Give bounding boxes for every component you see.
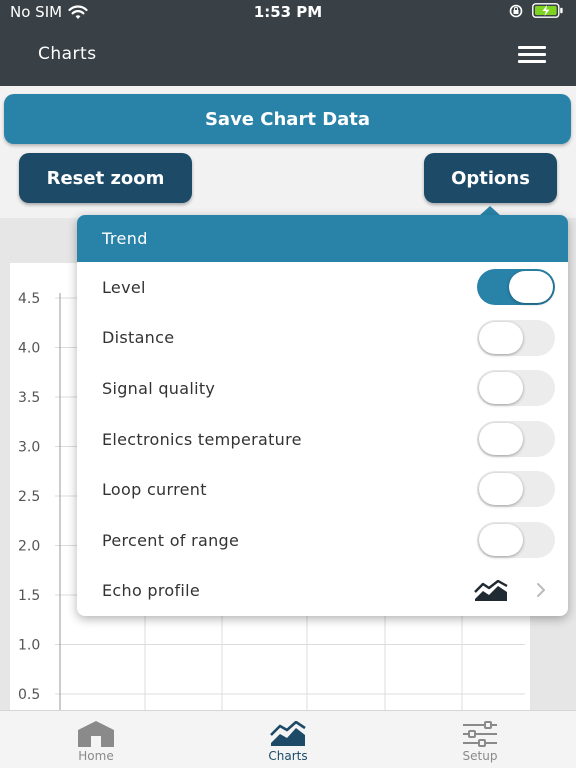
- tab-home-label: Home: [78, 749, 114, 763]
- trend-item-label: Signal quality: [102, 378, 216, 398]
- y-tick-label: 2.5: [18, 489, 40, 505]
- chevron-right-icon: [537, 582, 545, 597]
- tab-setup[interactable]: Setup: [384, 711, 576, 768]
- toggle-knob: [509, 271, 553, 303]
- status-right: [508, 3, 564, 18]
- status-bar: No SIM 1:53 PM: [0, 0, 576, 24]
- trend-options-popover: Trend Level Distance Signal quality Electro…: [77, 215, 568, 616]
- home-icon: [78, 721, 114, 747]
- page-title: Charts: [38, 44, 97, 64]
- y-tick-label: 4.0: [18, 341, 40, 357]
- trend-item-label: Percent of range: [102, 530, 240, 550]
- toggle-knob: [479, 422, 523, 455]
- signal-quality-toggle[interactable]: [477, 370, 555, 407]
- popover-header: Trend: [77, 215, 568, 262]
- popover-items: Level Distance Signal quality Electronics t…: [77, 262, 568, 566]
- trend-item-signal-quality[interactable]: Signal quality: [77, 363, 568, 414]
- trend-item-label: Loop current: [102, 480, 207, 500]
- y-tick-label: 3.5: [18, 390, 40, 406]
- charts-icon: [270, 721, 306, 746]
- toggle-knob: [479, 523, 523, 556]
- tab-setup-label: Setup: [462, 749, 498, 763]
- loop-current-toggle[interactable]: [477, 471, 555, 508]
- tab-bar: Home Charts Setup: [0, 710, 576, 768]
- tab-home[interactable]: Home: [0, 711, 192, 768]
- trend-item-label: Level: [102, 277, 146, 297]
- save-chart-data-button[interactable]: Save Chart Data: [4, 94, 571, 144]
- electronics-temperature-toggle[interactable]: [477, 420, 555, 457]
- battery-charging-icon: [532, 3, 563, 18]
- options-button[interactable]: Options: [424, 153, 557, 203]
- echo-profile-icon: [474, 579, 508, 601]
- tab-charts-label: Charts: [268, 749, 308, 763]
- y-tick-label: 0.5: [18, 687, 40, 703]
- percent-of-range-toggle[interactable]: [477, 521, 555, 558]
- trend-item-label: Distance: [102, 328, 175, 348]
- clock: 1:53 PM: [253, 3, 323, 21]
- toggle-knob: [479, 473, 523, 506]
- trend-item-percent-of-range[interactable]: Percent of range: [77, 515, 568, 566]
- tab-charts[interactable]: Charts: [192, 711, 384, 768]
- hamburger-icon: [518, 46, 546, 49]
- y-tick-label: 4.5: [18, 291, 40, 307]
- chart-y-tick-labels: 4.5 4.0 3.5 3.0 2.5 2.0 1.5 1.0 0.5: [18, 291, 40, 703]
- reset-zoom-button[interactable]: Reset zoom: [19, 153, 192, 203]
- trend-item-level[interactable]: Level: [77, 262, 568, 313]
- y-tick-label: 1.5: [18, 588, 40, 604]
- screen-lock-icon: [509, 4, 523, 17]
- nav-bar: Charts: [0, 24, 576, 86]
- echo-profile-row[interactable]: Echo profile: [77, 566, 568, 616]
- echo-profile-label: Echo profile: [102, 581, 201, 601]
- y-tick-label: 3.0: [18, 440, 40, 456]
- trend-item-label: Electronics temperature: [102, 429, 302, 449]
- trend-item-loop-current[interactable]: Loop current: [77, 464, 568, 515]
- y-tick-label: 2.0: [18, 539, 40, 555]
- toggle-knob: [479, 372, 523, 405]
- hamburger-icon: [518, 53, 546, 56]
- distance-toggle[interactable]: [477, 319, 555, 356]
- hamburger-menu-button[interactable]: [518, 46, 548, 64]
- trend-item-electronics-temperature[interactable]: Electronics temperature: [77, 414, 568, 465]
- hamburger-icon: [518, 60, 546, 63]
- toggle-knob: [479, 321, 523, 354]
- trend-item-distance[interactable]: Distance: [77, 313, 568, 364]
- y-tick-label: 1.0: [18, 638, 40, 654]
- level-toggle[interactable]: [477, 269, 555, 305]
- sliders-icon: [463, 721, 497, 747]
